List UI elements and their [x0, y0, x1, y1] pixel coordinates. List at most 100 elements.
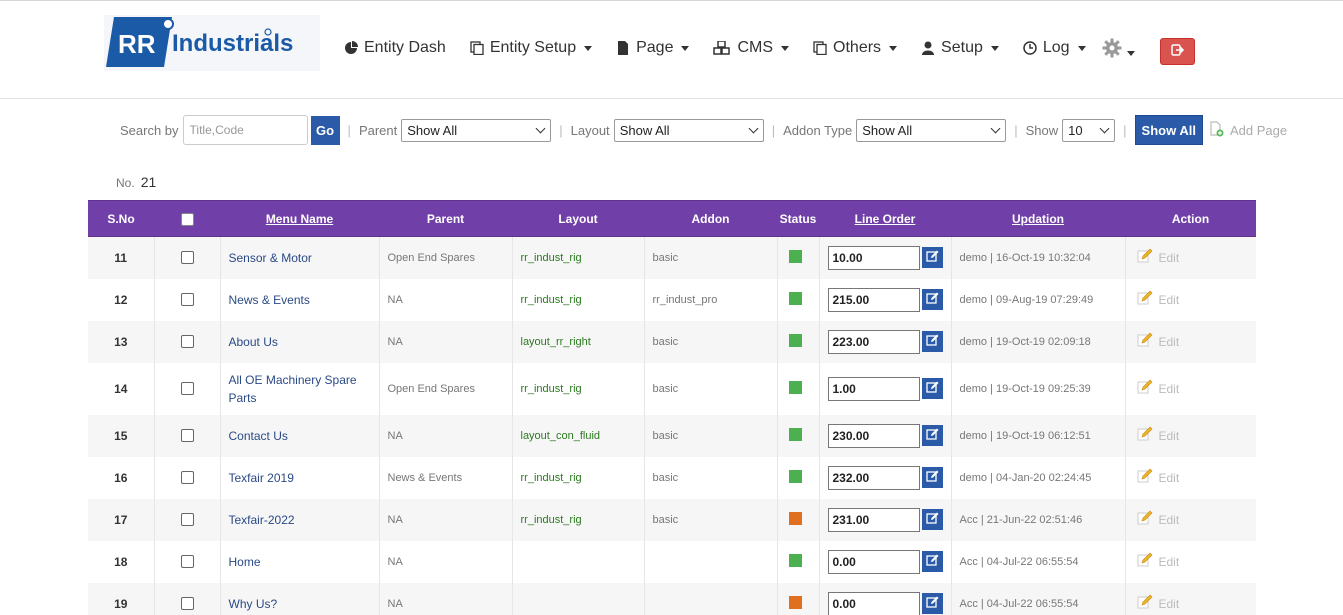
- header-updation[interactable]: Updation: [951, 200, 1125, 237]
- row-checkbox[interactable]: [180, 555, 194, 568]
- file-icon: [616, 41, 630, 55]
- line-order-input[interactable]: 223.00: [827, 329, 920, 354]
- status-indicator[interactable]: [788, 380, 802, 394]
- row-checkbox[interactable]: [180, 429, 194, 442]
- save-order-button[interactable]: [921, 509, 943, 530]
- line-order-input[interactable]: 230.00: [827, 423, 920, 448]
- row-checkbox[interactable]: [180, 293, 194, 306]
- separator: |: [559, 122, 563, 138]
- settings-menu[interactable]: [1102, 38, 1135, 63]
- row-menu-name[interactable]: News & Events: [220, 278, 380, 321]
- nav-entity-dash[interactable]: Entity Dash: [344, 39, 446, 57]
- save-order-button[interactable]: [921, 289, 943, 310]
- line-order-input[interactable]: 1.00: [827, 376, 920, 401]
- row-menu-name[interactable]: Why Us?: [220, 582, 380, 615]
- line-order-input[interactable]: 215.00: [827, 287, 920, 312]
- nav-label: CMS: [737, 39, 774, 56]
- line-order-input[interactable]: 0.00: [827, 549, 920, 574]
- row-menu-name[interactable]: All OE Machinery Spare Parts: [220, 362, 380, 415]
- add-page-button[interactable]: Add Page: [1209, 120, 1288, 140]
- row-menu-name[interactable]: About Us: [220, 320, 380, 363]
- row-checkbox[interactable]: [180, 513, 194, 526]
- search-input[interactable]: [182, 115, 308, 145]
- header-menu-name[interactable]: Menu Name: [220, 200, 379, 237]
- sort-menu-name-link[interactable]: Menu Name: [266, 212, 333, 226]
- caret-down-icon: [781, 45, 790, 51]
- nav-log[interactable]: Log: [1023, 39, 1086, 57]
- save-order-button[interactable]: [921, 331, 943, 352]
- pie-chart-icon: [344, 41, 358, 55]
- layout-select[interactable]: Show All: [613, 118, 764, 142]
- row-updation: demo | 16-Oct-19 10:32:04: [951, 236, 1126, 279]
- status-indicator[interactable]: [788, 595, 802, 609]
- row-menu-name[interactable]: Texfair 2019: [220, 456, 380, 499]
- line-order-input[interactable]: 232.00: [827, 465, 920, 490]
- edit-button[interactable]: Edit: [1134, 468, 1249, 487]
- status-indicator[interactable]: [788, 333, 802, 347]
- line-order-input[interactable]: 0.00: [827, 591, 920, 615]
- row-checkbox-cell: [154, 362, 221, 415]
- nav-page[interactable]: Page: [616, 39, 690, 57]
- status-indicator[interactable]: [788, 553, 802, 567]
- show-count-select[interactable]: 10: [1062, 118, 1116, 142]
- row-menu-name[interactable]: Home: [220, 540, 380, 583]
- pencil-icon: [1137, 468, 1153, 487]
- nav-label: Entity Setup: [489, 39, 577, 56]
- save-order-button[interactable]: [921, 378, 943, 399]
- layout-label: Layout: [570, 122, 610, 138]
- nav-entity-setup[interactable]: Entity Setup: [470, 39, 593, 57]
- save-order-button[interactable]: [921, 247, 943, 269]
- row-checkbox[interactable]: [180, 251, 194, 265]
- line-order-input[interactable]: 10.00: [827, 245, 920, 270]
- logout-button[interactable]: [1160, 38, 1195, 65]
- row-line-order-cell: 223.00: [819, 320, 952, 363]
- edit-button[interactable]: Edit: [1134, 332, 1249, 351]
- edit-button[interactable]: Edit: [1134, 379, 1249, 398]
- row-layout: rr_indust_rig: [512, 456, 645, 499]
- nav-setup[interactable]: Setup: [921, 39, 999, 57]
- add-page-label: Add Page: [1229, 122, 1288, 138]
- row-checkbox[interactable]: [180, 597, 194, 610]
- status-indicator[interactable]: [788, 249, 802, 263]
- edit-button[interactable]: Edit: [1134, 248, 1249, 267]
- save-order-button[interactable]: [921, 425, 943, 446]
- addon-type-select[interactable]: Show All: [856, 118, 1007, 142]
- row-line-order-cell: 10.00: [819, 236, 952, 279]
- row-checkbox[interactable]: [180, 335, 194, 348]
- brand-logo[interactable]: RR Industrials: [104, 15, 320, 71]
- edit-button[interactable]: Edit: [1134, 510, 1249, 529]
- row-menu-name[interactable]: Texfair-2022: [220, 498, 380, 541]
- go-button[interactable]: Go: [310, 115, 340, 145]
- row-checkbox[interactable]: [180, 471, 194, 484]
- nav-others[interactable]: Others: [813, 39, 898, 57]
- show-all-button[interactable]: Show All: [1134, 115, 1203, 145]
- edit-button[interactable]: Edit: [1134, 594, 1249, 613]
- row-menu-name[interactable]: Contact Us: [220, 414, 380, 457]
- status-indicator[interactable]: [788, 469, 802, 483]
- save-order-button[interactable]: [921, 593, 943, 614]
- row-line-order-cell: 1.00: [819, 362, 952, 415]
- status-indicator[interactable]: [788, 291, 802, 305]
- save-order-button[interactable]: [921, 551, 943, 572]
- edit-button[interactable]: Edit: [1134, 426, 1249, 445]
- save-order-button[interactable]: [921, 467, 943, 488]
- row-action-cell: Edit: [1125, 362, 1256, 415]
- table-row: 13 About Us NA layout_rr_right basic 223.00 de…: [88, 320, 1256, 363]
- row-checkbox[interactable]: [180, 382, 194, 395]
- nav-cms[interactable]: CMS: [713, 39, 790, 57]
- pencil-icon: [1137, 379, 1153, 398]
- status-indicator[interactable]: [788, 511, 802, 525]
- header-line-order[interactable]: Line Order: [819, 200, 951, 237]
- addon-type-label: Addon Type: [783, 122, 853, 138]
- header: RR Industrials Entity Dash Entity Setup …: [0, 1, 1343, 99]
- sort-line-order-link[interactable]: Line Order: [855, 212, 916, 226]
- edit-button[interactable]: Edit: [1134, 290, 1249, 309]
- edit-button[interactable]: Edit: [1134, 552, 1249, 571]
- line-order-input[interactable]: 231.00: [827, 507, 920, 532]
- status-indicator[interactable]: [788, 427, 802, 441]
- parent-select[interactable]: Show All: [401, 118, 552, 142]
- table-row: 18 Home NA 0.00 Acc | 04-Jul-22 06:55:54 Edit: [88, 540, 1256, 583]
- sort-updation-link[interactable]: Updation: [1012, 212, 1064, 226]
- row-menu-name[interactable]: Sensor & Motor: [220, 236, 380, 279]
- select-all-checkbox[interactable]: [180, 212, 194, 226]
